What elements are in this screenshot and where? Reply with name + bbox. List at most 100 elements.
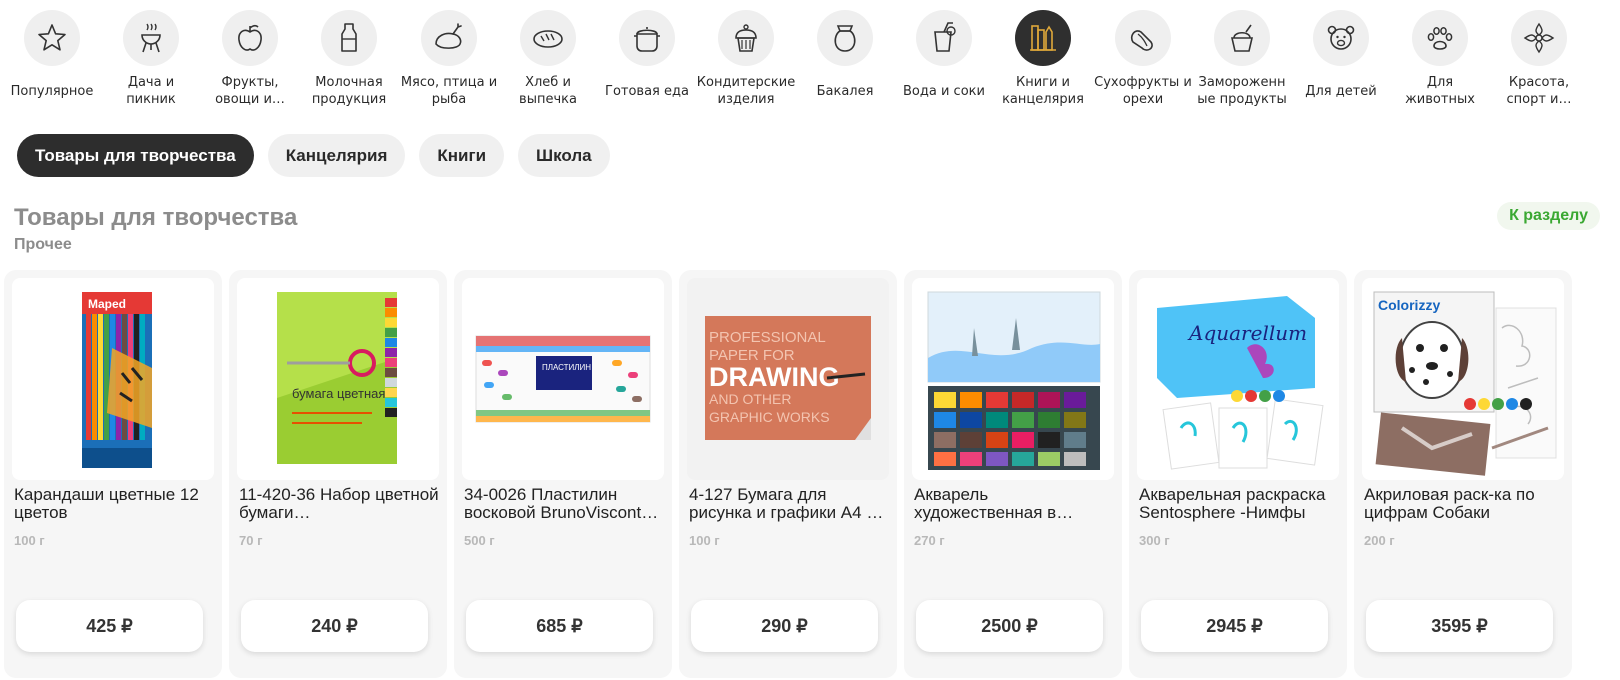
drawing-pad-line-3: DRAWING xyxy=(709,362,840,392)
product-image: Maped xyxy=(12,278,214,480)
category-ready-food[interactable]: Готовая еда xyxy=(594,10,700,108)
ice-cream-icon xyxy=(1214,10,1270,66)
product-image: бумага цветная xyxy=(237,278,439,480)
category-label: Дача и пикник xyxy=(126,75,176,107)
category-label: Бакалея xyxy=(816,83,874,99)
drawing-pad-line-1: PROFESSIONAL xyxy=(709,329,826,346)
product-card[interactable]: Акварель художественная в… 270 г 2500 ₽ xyxy=(904,270,1122,678)
product-image: ПЛАСТИЛИН xyxy=(462,278,664,480)
product-title: Акриловая раск-ка по цифрам Собаки xyxy=(1364,486,1535,522)
category-grocery[interactable]: Бакалея xyxy=(792,10,898,108)
category-strip: Популярное Дача и пикник Фрукты, овощи и… xyxy=(0,10,1620,120)
category-label: Готовая еда xyxy=(605,83,689,99)
category-nuts[interactable]: Сухофрукты и орехи xyxy=(1090,10,1196,108)
product-weight: 70 г xyxy=(239,533,263,548)
product-card[interactable]: Aquarellum Акварельная раскраска Sentosp… xyxy=(1129,270,1347,678)
category-bread[interactable]: Хлеб и выпечка xyxy=(495,10,601,108)
grill-icon xyxy=(123,10,179,66)
category-confectionery[interactable]: Кондитерские изделия xyxy=(693,10,799,108)
tab-stationery[interactable]: Канцелярия xyxy=(267,134,406,177)
product-image: Colorizzy xyxy=(1362,278,1564,480)
colorizzy-label-text: Colorizzy xyxy=(1378,297,1440,313)
category-label: Для детей xyxy=(1305,83,1377,99)
category-dairy[interactable]: Молочная продукция xyxy=(296,10,402,108)
product-weight: 500 г xyxy=(464,533,495,548)
product-title: 11-420-36 Набор цветной бумаги… xyxy=(239,486,439,522)
star-icon xyxy=(24,10,80,66)
category-label: Молочная продукция xyxy=(311,75,387,107)
product-title: Карандаши цветные 12 цветов xyxy=(14,486,199,522)
nuts-icon xyxy=(1115,10,1171,66)
product-weight: 270 г xyxy=(914,533,945,548)
add-to-cart-button[interactable]: 240 ₽ xyxy=(241,600,428,652)
subcategory-tabs: Товары для творчества Канцелярия Книги Ш… xyxy=(17,134,610,177)
category-label: Кондитерские изделия xyxy=(696,75,796,107)
product-card[interactable]: Colorizzy Акриловая раск-ка по цифрам Со… xyxy=(1354,270,1572,678)
product-title: Акварель художественная в… xyxy=(914,486,1074,522)
bread-icon xyxy=(520,10,576,66)
category-label: Сухофрукты и орехи xyxy=(1094,75,1192,107)
add-to-cart-button[interactable]: 685 ₽ xyxy=(466,600,653,652)
add-to-cart-button[interactable]: 3595 ₽ xyxy=(1366,600,1553,652)
tab-school[interactable]: Школа xyxy=(518,134,610,177)
milk-bottle-icon xyxy=(321,10,377,66)
add-to-cart-button[interactable]: 2945 ₽ xyxy=(1141,600,1328,652)
product-card[interactable]: бумага цветная 11-420-36 Набор цветной б… xyxy=(229,270,447,678)
category-kids[interactable]: Для детей xyxy=(1288,10,1394,108)
lotus-icon xyxy=(1511,10,1567,66)
category-label: Для животных xyxy=(1405,75,1475,107)
tab-books[interactable]: Книги xyxy=(419,134,505,177)
product-card[interactable]: Maped Карандаши цветные 12 цветов 100 г … xyxy=(4,270,222,678)
category-label: Вода и соки xyxy=(903,83,985,99)
add-to-cart-button[interactable]: 290 ₽ xyxy=(691,600,878,652)
paper-label-text: бумага цветная xyxy=(292,386,385,401)
category-label: Популярное xyxy=(10,83,94,99)
product-weight: 100 г xyxy=(14,533,45,548)
sack-icon xyxy=(817,10,873,66)
section-title: Товары для творчества xyxy=(14,204,298,231)
category-label: Хлеб и выпечка xyxy=(519,75,577,107)
apple-icon xyxy=(222,10,278,66)
category-frozen[interactable]: Замороженн ые продукты xyxy=(1189,10,1295,108)
product-weight: 100 г xyxy=(689,533,720,548)
drawing-pad-line-5: GRAPHIC WORKS xyxy=(709,409,830,425)
add-to-cart-button[interactable]: 2500 ₽ xyxy=(916,600,1103,652)
plasticine-label-text: ПЛАСТИЛИН xyxy=(542,363,591,372)
pot-icon xyxy=(619,10,675,66)
drawing-pad-line-4: AND OTHER xyxy=(709,391,791,407)
juice-icon xyxy=(916,10,972,66)
chicken-icon xyxy=(421,10,477,66)
section-subtitle: Прочее xyxy=(14,236,72,253)
product-title: 4-127 Бумага для рисунка и графики А4 … xyxy=(689,486,884,522)
category-fruits[interactable]: Фрукты, овощи и… xyxy=(197,10,303,108)
category-label: Замороженн ые продукты xyxy=(1197,75,1287,107)
add-to-cart-button[interactable]: 425 ₽ xyxy=(16,600,203,652)
category-label: Фрукты, овощи и… xyxy=(215,75,285,107)
product-title: 34-0026 Пластилин восковой BrunoViscont… xyxy=(464,486,659,522)
product-weight: 300 г xyxy=(1139,533,1170,548)
category-meat[interactable]: Мясо, птица и рыба xyxy=(396,10,502,108)
product-card[interactable]: PROFESSIONAL PAPER FOR DRAWING AND OTHER… xyxy=(679,270,897,678)
category-pets[interactable]: Для животных xyxy=(1387,10,1493,108)
category-dacha[interactable]: Дача и пикник xyxy=(98,10,204,108)
category-water-juice[interactable]: Вода и соки xyxy=(891,10,997,108)
product-title: Акварельная раскраска Sentosphere -Нимфы xyxy=(1139,486,1326,522)
product-image: Aquarellum xyxy=(1137,278,1339,480)
category-label: Книги и канцелярия xyxy=(1002,75,1084,107)
category-popular[interactable]: Популярное xyxy=(0,10,105,108)
tab-creativity[interactable]: Товары для творчества xyxy=(17,134,254,177)
books-pencil-icon xyxy=(1015,10,1071,66)
product-list: Maped Карандаши цветные 12 цветов 100 г … xyxy=(4,270,1620,680)
category-beauty[interactable]: Красота, спорт и… xyxy=(1486,10,1592,108)
product-image xyxy=(912,278,1114,480)
product-image: PROFESSIONAL PAPER FOR DRAWING AND OTHER… xyxy=(687,278,889,480)
category-label: Красота, спорт и… xyxy=(1506,75,1572,107)
category-label: Мясо, птица и рыба xyxy=(400,75,498,107)
product-card[interactable]: ПЛАСТИЛИН 34-0026 Пластилин восковой Bru… xyxy=(454,270,672,678)
teddy-bear-icon xyxy=(1313,10,1369,66)
paw-icon xyxy=(1412,10,1468,66)
go-to-section-link[interactable]: К разделу xyxy=(1497,202,1600,230)
pencils-brand-text: Maped xyxy=(88,297,126,311)
category-books[interactable]: Книги и канцелярия xyxy=(990,10,1096,108)
cupcake-icon xyxy=(718,10,774,66)
